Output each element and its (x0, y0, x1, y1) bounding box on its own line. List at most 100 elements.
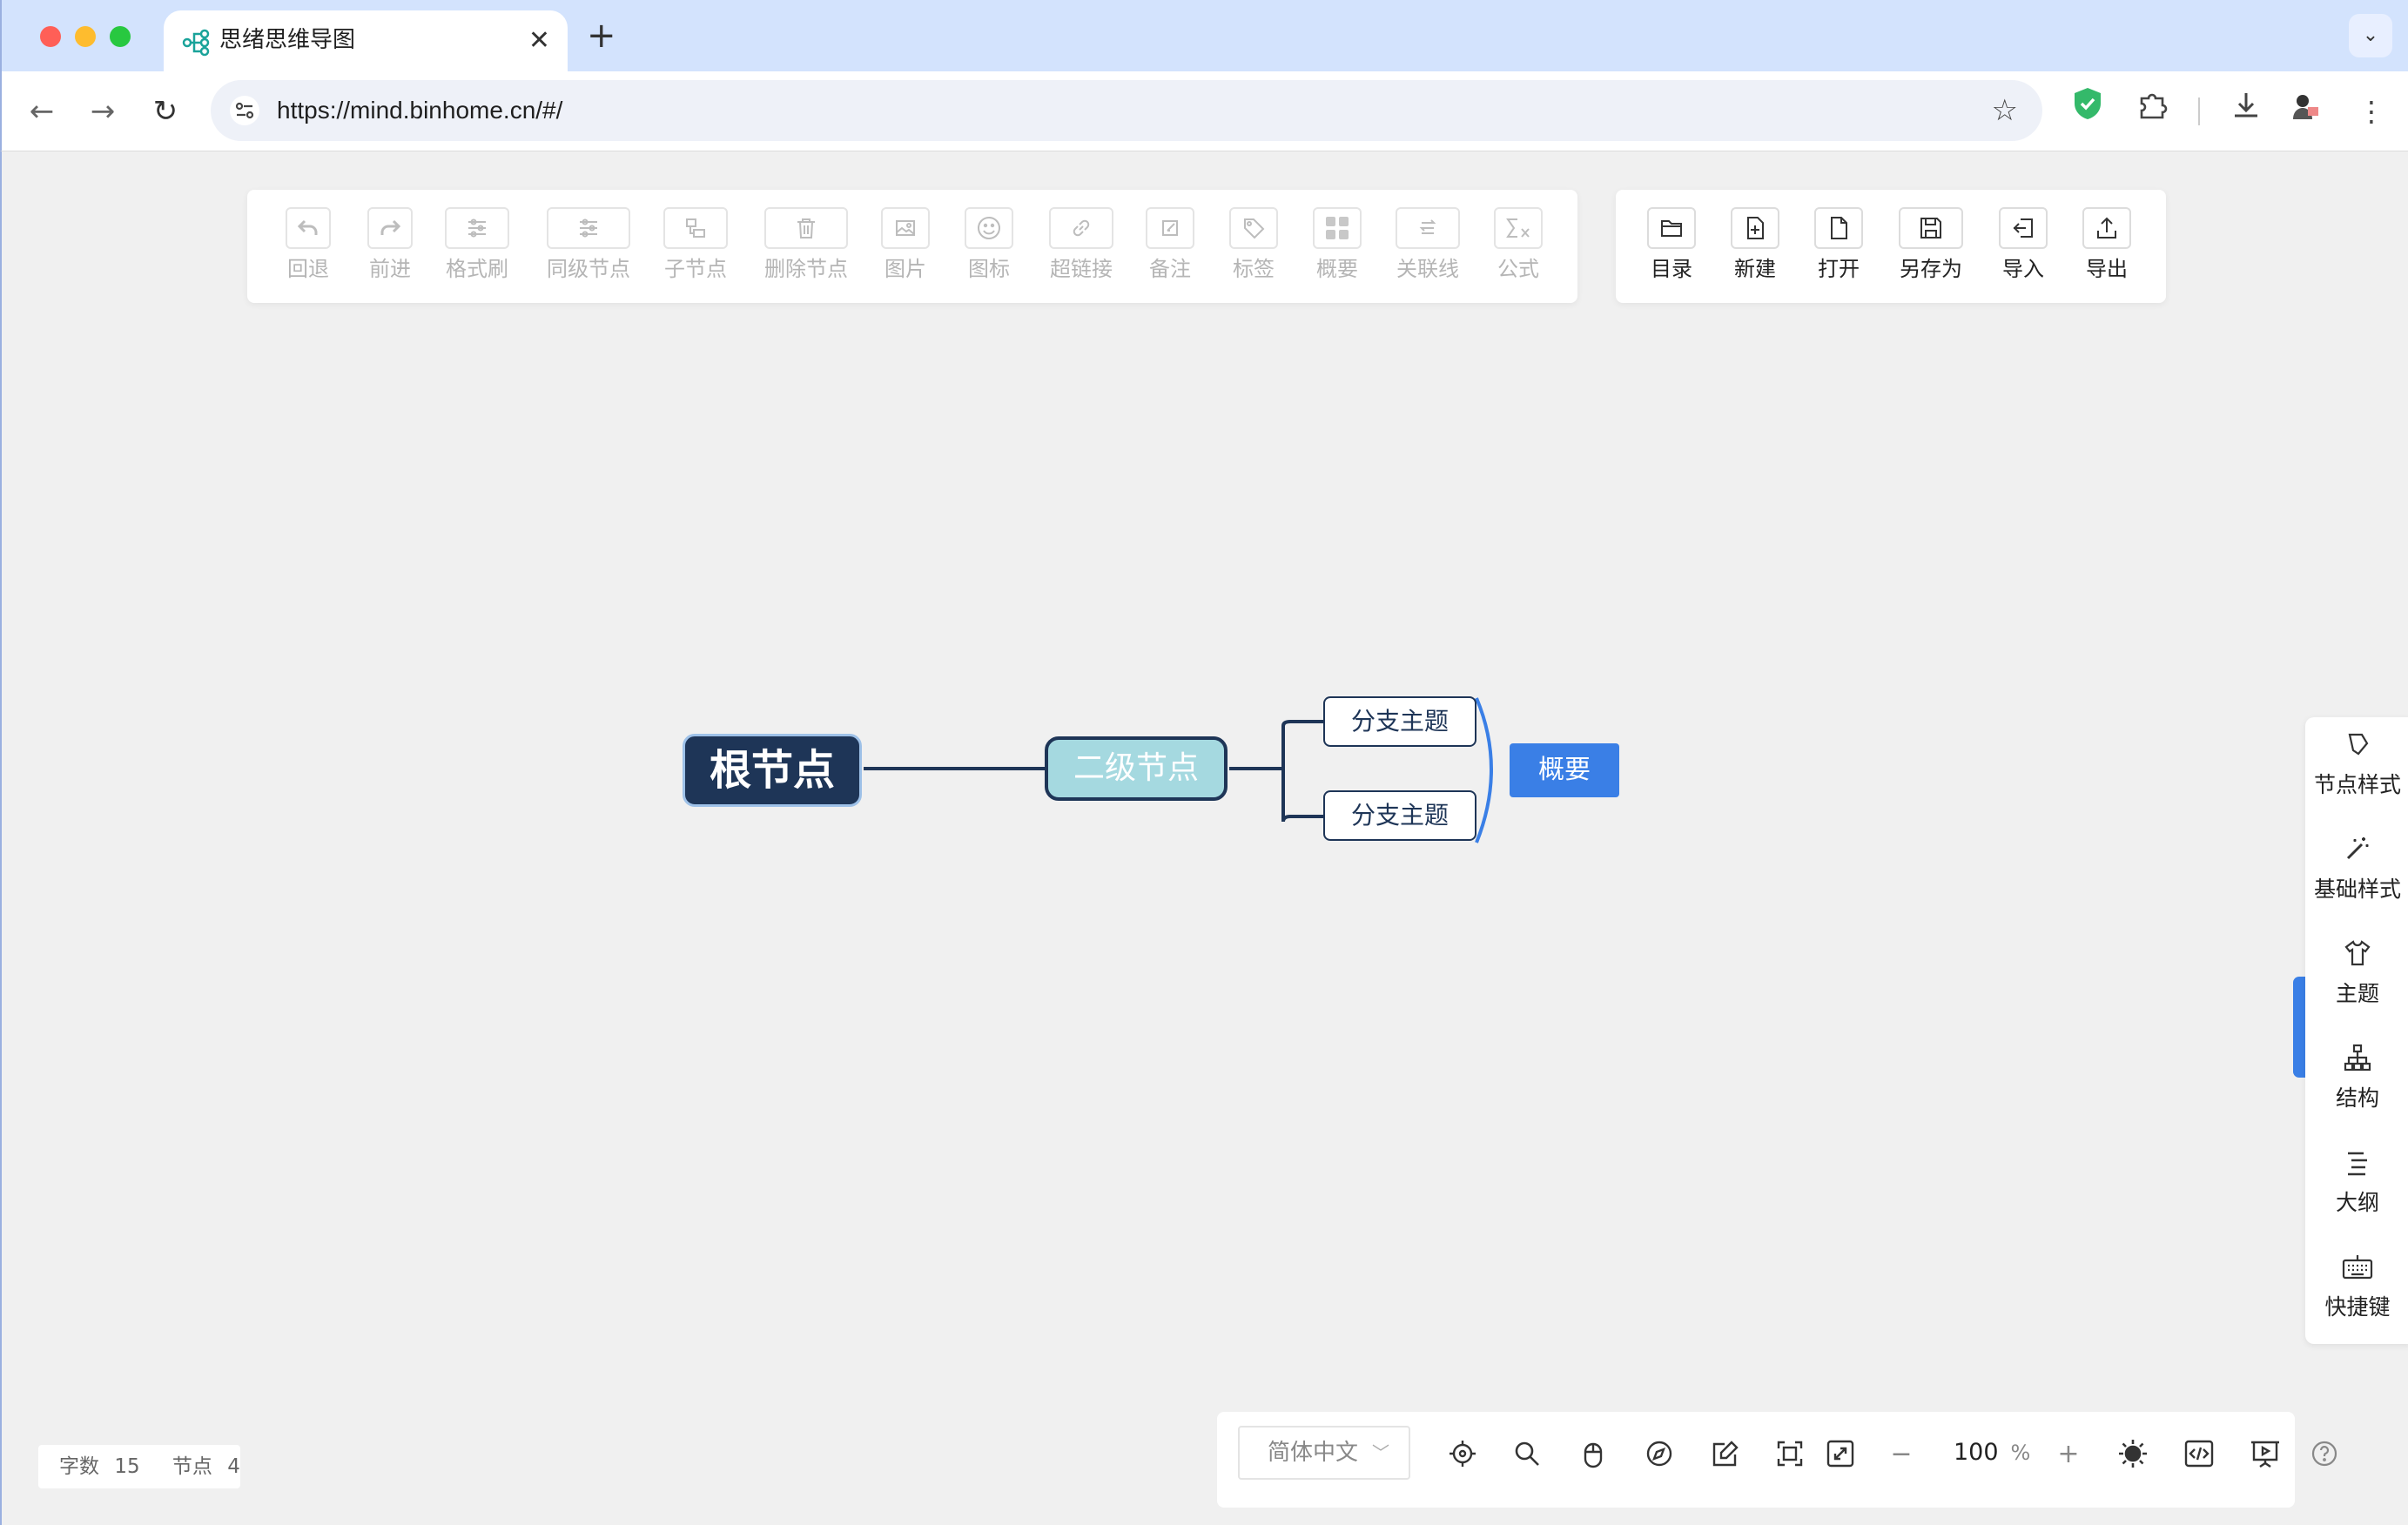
node-style-button[interactable]: 节点样式 (2305, 729, 2408, 799)
bookmark-star-icon[interactable]: ☆ (1992, 80, 2018, 141)
save-icon (1920, 218, 1941, 238)
outline-icon (2348, 1152, 2367, 1176)
new-tab-button[interactable]: + (587, 16, 616, 56)
fullscreen-icon (1826, 1440, 1854, 1468)
note-icon (1162, 220, 1178, 236)
child-node-label: 子节点 (664, 257, 727, 281)
site-settings-icon[interactable] (230, 96, 259, 125)
browser-tab[interactable]: 思绪思维导图 ✕ (164, 10, 568, 71)
back-button[interactable]: ← (17, 87, 66, 136)
bottom-control-bar: 简体中文 ﹀ − 100% + (1217, 1412, 2337, 1508)
zoom-out-button[interactable]: − (1884, 1436, 1919, 1471)
tab-close-icon[interactable]: ✕ (528, 24, 550, 57)
statistics-counter: 字数 15 节点 4 (38, 1445, 240, 1488)
export-label: 导出 (2086, 257, 2128, 281)
theme-mode-button[interactable] (2115, 1436, 2150, 1471)
format-painter-button[interactable]: 格式刷 (442, 207, 512, 282)
import-label: 导入 (2002, 257, 2044, 281)
tag-button[interactable]: 标签 (1228, 207, 1280, 282)
association-label: 关联线 (1396, 257, 1459, 281)
fullscreen-button[interactable] (1823, 1436, 1858, 1471)
tag-label: 标签 (1233, 257, 1275, 281)
sliders-icon (468, 218, 486, 238)
image-button[interactable]: 图片 (879, 207, 932, 282)
save-as-button[interactable]: 另存为 (1896, 207, 1966, 282)
association-icon (1419, 219, 1436, 234)
profile-avatar-icon[interactable] (2279, 85, 2331, 138)
root-node[interactable]: 根节点 (683, 734, 862, 807)
summary-label: 概要 (1316, 257, 1358, 281)
locate-center-button[interactable] (1445, 1436, 1480, 1471)
sibling-node-button[interactable]: 同级节点 (545, 207, 632, 282)
import-button[interactable]: 导入 (1997, 207, 2049, 282)
fit-canvas-button[interactable] (1772, 1436, 1807, 1471)
association-button[interactable]: 关联线 (1393, 207, 1463, 282)
edit-mode-button[interactable] (1708, 1436, 1743, 1471)
shirt-icon (2344, 940, 2371, 966)
forward-button[interactable]: → (78, 87, 127, 136)
language-select[interactable]: 简体中文 ﹀ (1238, 1426, 1410, 1480)
shield-extension-icon[interactable] (2062, 85, 2114, 138)
open-button[interactable]: 打开 (1813, 207, 1865, 282)
link-icon (1073, 219, 1090, 237)
summary-button[interactable]: 概要 (1311, 207, 1363, 282)
second-level-node[interactable]: 二级节点 (1045, 736, 1228, 801)
summary-node[interactable]: 概要 (1510, 743, 1619, 797)
crosshair-icon (1450, 1441, 1476, 1467)
export-button[interactable]: 导出 (2081, 207, 2133, 282)
zoom-level[interactable]: 100% (1954, 1431, 2030, 1475)
branch-topic-node[interactable]: 分支主题 (1323, 696, 1476, 747)
navigator-button[interactable] (1642, 1436, 1677, 1471)
child-node-icon (686, 218, 705, 238)
icon-button[interactable]: 图标 (963, 207, 1015, 282)
help-button[interactable] (2307, 1436, 2342, 1471)
extensions-puzzle-icon[interactable] (2126, 85, 2178, 138)
structure-button[interactable]: 结构 (2305, 1043, 2408, 1112)
folder-icon (1661, 220, 1682, 237)
minimize-window-button[interactable] (75, 26, 96, 47)
maximize-window-button[interactable] (110, 26, 131, 47)
source-code-button[interactable] (2182, 1436, 2216, 1471)
reload-button[interactable]: ↻ (141, 87, 190, 136)
hyperlink-button[interactable]: 超链接 (1046, 207, 1116, 282)
trash-icon (797, 218, 815, 238)
outline-button[interactable]: 大纲 (2305, 1147, 2408, 1217)
outline-label: 大纲 (2335, 1190, 2379, 1215)
base-style-button[interactable]: 基础样式 (2305, 834, 2408, 904)
magic-wand-icon (2346, 837, 2369, 860)
branch-topic-node[interactable]: 分支主题 (1323, 790, 1476, 841)
directory-label: 目录 (1651, 257, 1692, 281)
tab-search-button[interactable]: ⌄ (2349, 14, 2392, 57)
new-button[interactable]: 新建 (1729, 207, 1781, 282)
browser-tab-strip: 思绪思维导图 ✕ + ⌄ (0, 0, 2408, 71)
mouse-mode-button[interactable] (1576, 1436, 1611, 1471)
child-node-button[interactable]: 子节点 (662, 207, 730, 282)
search-button[interactable] (1510, 1436, 1544, 1471)
undo-label: 回退 (287, 257, 329, 281)
undo-button[interactable]: 回退 (280, 207, 336, 282)
downloads-icon[interactable] (2220, 85, 2272, 138)
shortcuts-button[interactable]: 快捷键 (2305, 1252, 2408, 1321)
base-style-label: 基础样式 (2313, 877, 2401, 902)
mouse-icon (1584, 1442, 1603, 1468)
formula-button[interactable]: 公式 (1492, 207, 1544, 282)
node-style-icon (2348, 733, 2369, 756)
url-text[interactable]: https://mind.binhome.cn/#/ (277, 80, 562, 141)
delete-node-button[interactable]: 删除节点 (763, 207, 850, 282)
browser-menu-icon[interactable]: ⋮ (2345, 85, 2398, 138)
note-button[interactable]: 备注 (1144, 207, 1196, 282)
sigma-icon (1506, 218, 1530, 238)
fit-screen-icon (1777, 1441, 1803, 1467)
zoom-in-button[interactable]: + (2051, 1436, 2086, 1471)
directory-button[interactable]: 目录 (1645, 207, 1698, 282)
presentation-icon (2251, 1441, 2279, 1468)
address-bar[interactable]: https://mind.binhome.cn/#/ ☆ (211, 80, 2042, 141)
theme-button[interactable]: 主题 (2305, 938, 2408, 1008)
redo-button[interactable]: 前进 (362, 207, 418, 282)
structure-icon (2344, 1044, 2371, 1072)
file-toolbar: 目录 新建 打开 另存为 导入 导出 (1616, 190, 2166, 303)
presentation-button[interactable] (2248, 1436, 2283, 1471)
node-count-label: 节点 (172, 1455, 212, 1478)
file-icon (1831, 217, 1847, 239)
close-window-button[interactable] (40, 26, 61, 47)
